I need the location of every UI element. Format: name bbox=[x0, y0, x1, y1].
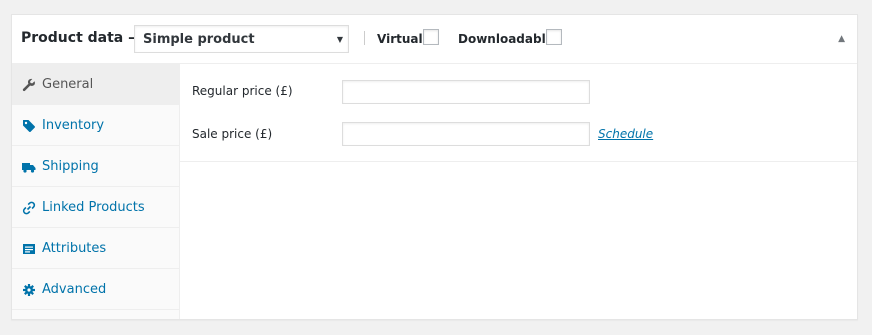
schedule-link[interactable]: Schedule bbox=[598, 127, 653, 141]
regular-price-input[interactable] bbox=[342, 80, 590, 104]
product-data-tabs: General Inventory Shipping Linked Produc… bbox=[12, 64, 180, 319]
tab-inventory-label: Inventory bbox=[42, 118, 105, 133]
tab-linked-products[interactable]: Linked Products bbox=[12, 187, 179, 228]
tab-advanced-label: Advanced bbox=[42, 282, 107, 297]
panel-title: Product data — bbox=[21, 30, 143, 46]
sale-price-label: Sale price (£) bbox=[192, 127, 273, 141]
product-type-select[interactable]: Simple product ▼ bbox=[134, 25, 349, 53]
tab-inventory[interactable]: Inventory bbox=[12, 105, 179, 146]
chevron-down-icon: ▼ bbox=[336, 35, 343, 44]
tag-icon bbox=[22, 118, 36, 132]
general-tab-panel: Regular price (£) Sale price (£) Schedul… bbox=[180, 64, 857, 162]
tab-attributes[interactable]: Attributes bbox=[12, 228, 179, 269]
truck-icon bbox=[22, 159, 36, 173]
product-type-selected: Simple product bbox=[143, 32, 255, 47]
header-divider bbox=[364, 31, 365, 45]
virtual-label: Virtual: bbox=[377, 32, 428, 46]
downloadable-label: Downloadable: bbox=[458, 32, 559, 46]
sale-price-input[interactable] bbox=[342, 122, 590, 146]
downloadable-checkbox[interactable] bbox=[546, 29, 562, 45]
wrench-icon bbox=[22, 77, 36, 92]
link-icon bbox=[22, 200, 36, 215]
gear-icon bbox=[22, 282, 36, 296]
tab-general-label: General bbox=[42, 77, 94, 92]
tab-general[interactable]: General bbox=[12, 64, 179, 105]
tab-advanced[interactable]: Advanced bbox=[12, 269, 179, 310]
tab-attributes-label: Attributes bbox=[42, 241, 107, 256]
tab-shipping-label: Shipping bbox=[42, 159, 99, 174]
collapse-toggle-icon[interactable]: ▲ bbox=[838, 34, 845, 44]
tab-shipping[interactable]: Shipping bbox=[12, 146, 179, 187]
product-data-header: Product data — Simple product ▼ Virtual:… bbox=[12, 15, 857, 64]
virtual-checkbox[interactable] bbox=[423, 29, 439, 45]
product-data-panel: Product data — Simple product ▼ Virtual:… bbox=[11, 14, 858, 320]
regular-price-label: Regular price (£) bbox=[192, 84, 293, 98]
tab-linked-products-label: Linked Products bbox=[42, 200, 145, 215]
list-icon bbox=[22, 241, 36, 255]
